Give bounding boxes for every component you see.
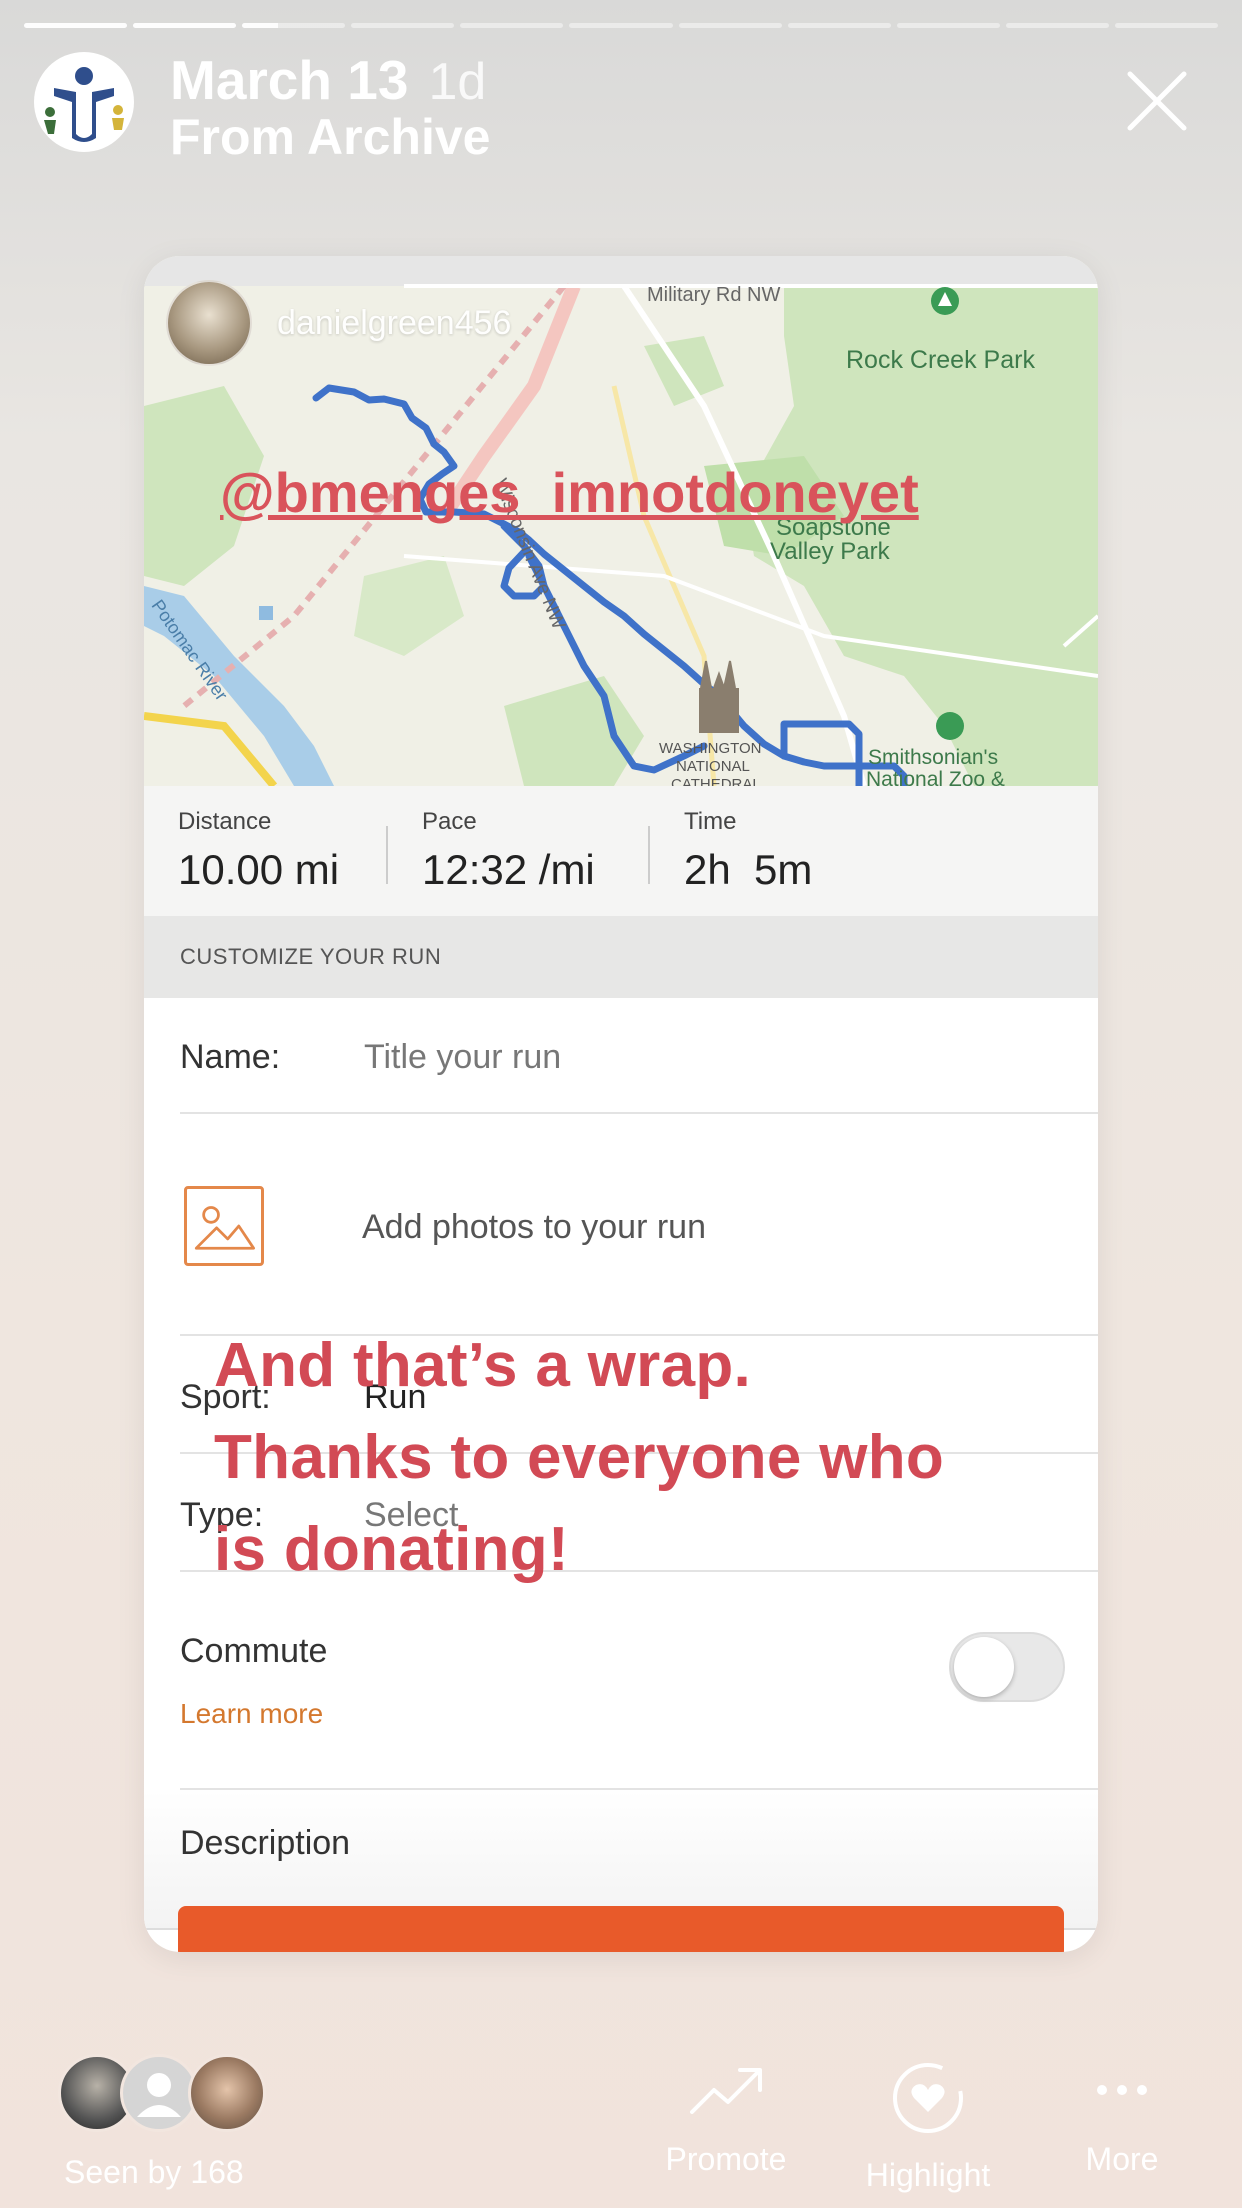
progress-segment <box>133 23 237 28</box>
map-label-park: Rock Creek Park <box>846 346 1035 374</box>
stat-label: Pace <box>422 808 477 835</box>
overlay-text-line: Thanks to everyone who <box>214 1423 945 1492</box>
promote-label: Promote <box>665 2141 787 2177</box>
map-label-zoo: Smithsonian's <box>868 746 999 769</box>
route-map: danielgreen456 Military Rd NW Rock Creek… <box>144 256 1098 786</box>
stat-time: Time 2h 5m <box>650 786 950 916</box>
overlay-text-line: And that’s a wrap. <box>214 1331 752 1400</box>
add-photos-label: Add photos to your run <box>362 1208 707 1246</box>
stat-label: Time <box>684 808 737 835</box>
more-button[interactable]: More <box>1074 2060 1170 2178</box>
stat-value: 12:32 /mi <box>422 846 595 893</box>
stat-value: 10.00 mi <box>178 846 340 893</box>
stat-value: 2h 5m <box>684 846 813 893</box>
progress-segment <box>24 23 128 28</box>
mention-sticker[interactable]: @bmenges_imnotdoneyet <box>220 460 919 525</box>
more-label: More <box>1085 2141 1159 2177</box>
run-stats: Distance 10.00 mi Pace 12:32 /mi Time 2h… <box>144 786 1098 916</box>
progress-segment <box>569 23 673 28</box>
progress-segment <box>460 23 564 28</box>
map-label-landmark: NATIONAL <box>676 758 750 775</box>
charity-logo-icon <box>37 55 131 149</box>
progress-segment <box>678 23 782 28</box>
poster-avatar <box>166 280 252 366</box>
story-header: March 13 1d From Archive <box>170 49 491 165</box>
map-label-zoo: National Zoo & <box>866 768 1005 786</box>
viewer-avatar <box>120 2054 198 2132</box>
image-icon <box>184 1186 264 1266</box>
highlight-button[interactable]: Highlight <box>850 2060 1006 2194</box>
progress-segment-current <box>242 23 346 28</box>
story-source: From Archive <box>170 109 491 165</box>
stat-label: Distance <box>178 808 272 835</box>
learn-more-link[interactable]: Learn more <box>180 1698 323 1730</box>
trend-up-icon <box>690 2068 762 2114</box>
close-icon[interactable] <box>1126 70 1188 132</box>
overlay-text-line: is donating! <box>214 1515 569 1584</box>
name-label: Name: <box>180 1038 281 1076</box>
progress-segment <box>896 23 1000 28</box>
viewer-avatars[interactable] <box>58 2054 278 2134</box>
map-label-park: Valley Park <box>770 538 890 565</box>
poster-username: danielgreen456 <box>277 304 512 342</box>
default-avatar-icon <box>137 2073 181 2117</box>
section-title: CUSTOMIZE YOUR RUN <box>144 916 1098 998</box>
progress-segment <box>351 23 455 28</box>
name-placeholder[interactable]: Title your run <box>364 1038 561 1077</box>
progress-segment <box>1005 23 1109 28</box>
commute-toggle[interactable] <box>949 1632 1065 1702</box>
story-date: March 13 <box>170 49 409 111</box>
stat-distance: Distance 10.00 mi <box>144 786 386 916</box>
map-label-landmark: CATHEDRAL <box>671 776 761 786</box>
story-age: 1d <box>428 53 487 111</box>
map-label-road: Military Rd NW <box>647 284 781 306</box>
map-label-landmark: WASHINGTON <box>659 740 762 757</box>
save-activity-button[interactable] <box>178 1906 1064 1952</box>
heart-circle-icon <box>893 2063 963 2133</box>
commute-label: Commute <box>180 1632 328 1670</box>
story-progress-bar <box>24 23 1219 28</box>
description-label: Description <box>180 1824 351 1862</box>
toggle-knob <box>954 1637 1014 1697</box>
ellipsis-icon <box>1097 2085 1147 2095</box>
highlight-label: Highlight <box>865 2157 991 2193</box>
promote-button[interactable]: Promote <box>656 2060 796 2178</box>
seen-by-count[interactable]: Seen by 168 <box>64 2154 244 2191</box>
progress-segment <box>1114 23 1219 28</box>
progress-segment <box>787 23 891 28</box>
viewer-avatar <box>188 2054 266 2132</box>
shared-screenshot-card: danielgreen456 Military Rd NW Rock Creek… <box>144 256 1098 1952</box>
stat-pace: Pace 12:32 /mi <box>388 786 648 916</box>
name-row[interactable]: Name: Title your run <box>180 998 1098 1114</box>
story-avatar[interactable] <box>34 52 134 152</box>
